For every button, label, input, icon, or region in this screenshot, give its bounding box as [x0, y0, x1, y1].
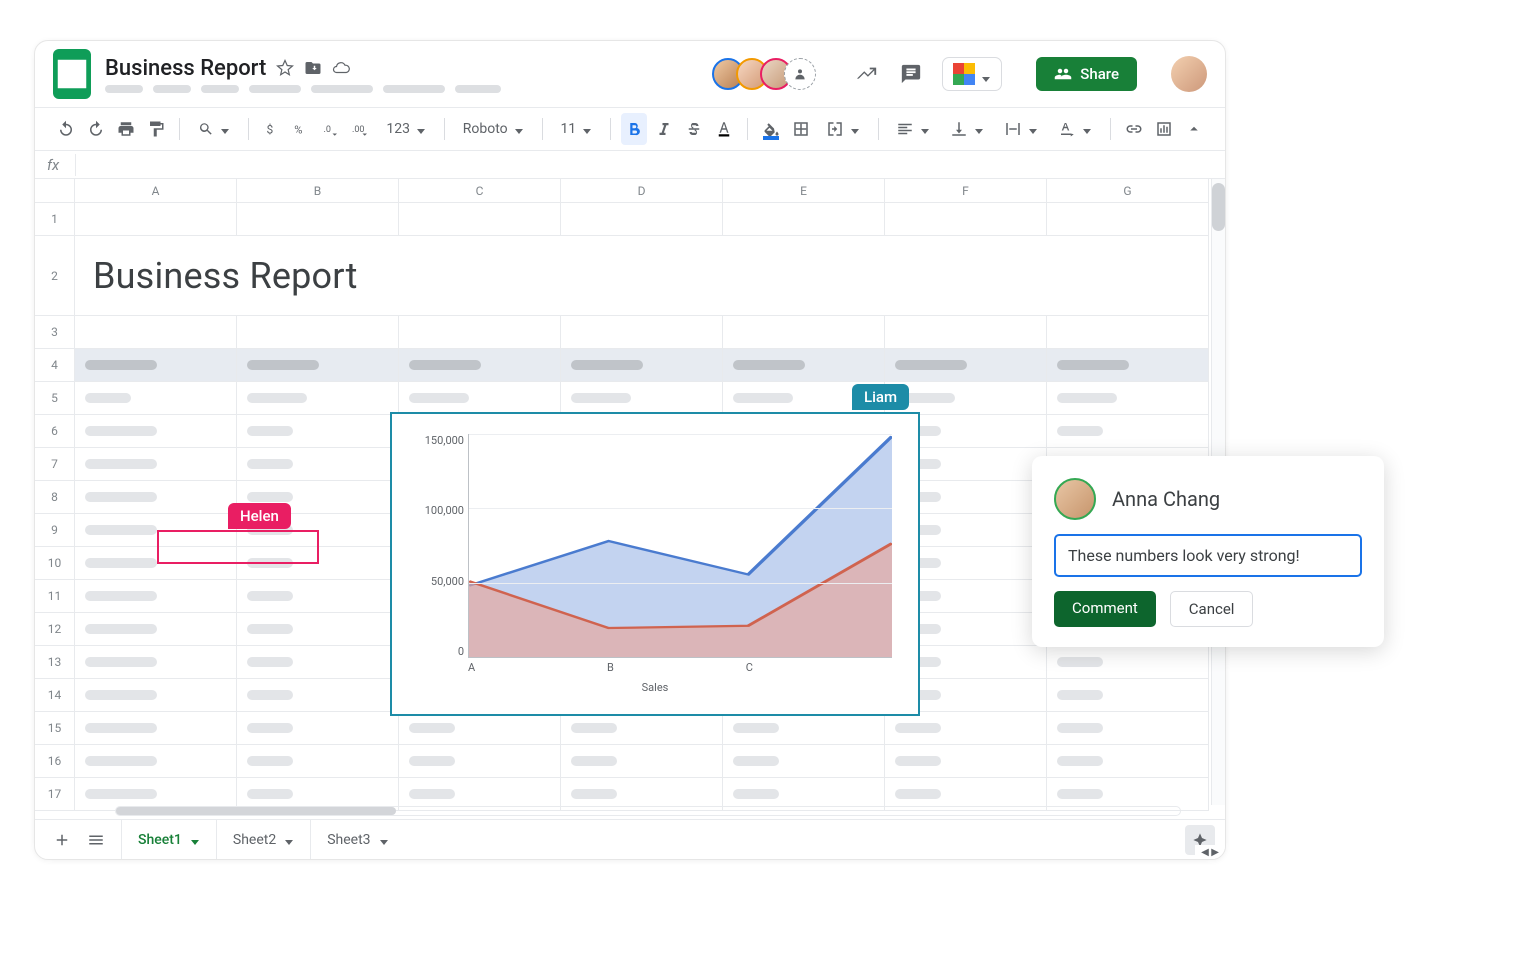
- account-avatar[interactable]: [1171, 56, 1207, 92]
- add-sheet-icon[interactable]: [45, 825, 79, 855]
- currency-icon[interactable]: $: [258, 113, 284, 145]
- presence-tag-helen: Helen: [228, 503, 291, 529]
- merge-cells-dropdown[interactable]: [818, 116, 868, 142]
- ytick: 50,000: [431, 575, 464, 588]
- horizontal-scroll-nav[interactable]: ◀ ▶: [1195, 845, 1225, 859]
- cloud-saved-icon[interactable]: [332, 59, 350, 77]
- ytick: 100,000: [425, 504, 464, 517]
- report-heading: Business Report: [93, 255, 358, 297]
- area-chart: 150,000 100,000 50,000 0 ABCD Sales: [412, 434, 898, 694]
- comment-popup: Anna Chang These numbers look very stron…: [1032, 456, 1384, 647]
- print-icon[interactable]: [113, 113, 139, 145]
- comments-icon[interactable]: [900, 63, 922, 85]
- vertical-align-dropdown[interactable]: [942, 116, 992, 142]
- text-rotation-dropdown[interactable]: [1050, 116, 1100, 142]
- tab-sheet1[interactable]: Sheet1: [121, 820, 216, 859]
- comment-submit-button[interactable]: Comment: [1054, 591, 1156, 627]
- chevron-down-icon: [981, 74, 991, 84]
- svg-text:%: %: [295, 124, 303, 137]
- ytick: 150,000: [425, 434, 464, 447]
- fx-icon: fx: [47, 156, 59, 174]
- chart-plot-svg: [469, 434, 892, 657]
- decimal-decrease-icon[interactable]: .0: [318, 113, 344, 145]
- chart-y-labels: 150,000 100,000 50,000 0: [412, 434, 464, 658]
- toolbar: $ % .0 .00 123 Roboto 11: [35, 107, 1225, 151]
- horizontal-align-dropdown[interactable]: [888, 116, 938, 142]
- collapse-toolbar-icon[interactable]: [1181, 113, 1207, 145]
- move-to-folder-icon[interactable]: [304, 59, 322, 77]
- svg-text:$: $: [267, 123, 274, 137]
- star-icon[interactable]: [276, 59, 294, 77]
- text-wrap-dropdown[interactable]: [996, 116, 1046, 142]
- svg-text:.0: .0: [324, 125, 331, 135]
- number-format-dropdown[interactable]: 123: [378, 117, 434, 141]
- undo-icon[interactable]: [53, 113, 79, 145]
- chart-x-title: Sales: [412, 681, 898, 694]
- share-people-icon: [1054, 65, 1072, 83]
- anonymous-user-icon[interactable]: [784, 58, 816, 90]
- share-button[interactable]: Share: [1036, 57, 1137, 91]
- paint-format-icon[interactable]: [143, 113, 169, 145]
- formula-bar[interactable]: fx: [35, 151, 1225, 179]
- meet-button[interactable]: [942, 57, 1002, 91]
- redo-icon[interactable]: [83, 113, 109, 145]
- bold-icon[interactable]: [621, 113, 647, 145]
- percent-icon[interactable]: %: [288, 113, 314, 145]
- presence-tag-liam: Liam: [852, 384, 909, 410]
- comment-author-name: Anna Chang: [1112, 487, 1220, 511]
- presence-avatars[interactable]: [720, 58, 816, 90]
- font-family-dropdown[interactable]: Roboto: [455, 117, 532, 141]
- font-size-dropdown[interactable]: 11: [552, 117, 600, 141]
- comment-cancel-button[interactable]: Cancel: [1170, 591, 1254, 627]
- zoom-dropdown[interactable]: [190, 117, 238, 141]
- decimal-increase-icon[interactable]: .00: [348, 113, 374, 145]
- app-header: Business Report Share: [35, 41, 1225, 107]
- chart-x-labels: ABCD: [468, 661, 892, 674]
- menu-bar[interactable]: [105, 85, 501, 93]
- all-sheets-icon[interactable]: [79, 825, 113, 855]
- fill-color-icon[interactable]: [758, 113, 784, 145]
- embedded-chart[interactable]: 150,000 100,000 50,000 0 ABCD Sales: [390, 412, 920, 716]
- tab-sheet2[interactable]: Sheet2: [216, 820, 310, 859]
- borders-icon[interactable]: [788, 113, 814, 145]
- document-title[interactable]: Business Report: [105, 56, 266, 81]
- sheets-icon: [53, 55, 91, 93]
- presence-cursor-helen: [157, 530, 319, 564]
- ytick: 0: [458, 645, 464, 658]
- column-headers[interactable]: ABCDEFG: [35, 179, 1225, 203]
- google-sheets-logo[interactable]: [53, 49, 91, 99]
- tab-sheet3[interactable]: Sheet3: [310, 820, 404, 859]
- google-meet-icon: [953, 63, 975, 85]
- italic-icon[interactable]: [651, 113, 677, 145]
- insert-chart-icon[interactable]: [1151, 113, 1177, 145]
- activity-trend-icon[interactable]: [856, 63, 878, 85]
- text-color-icon[interactable]: [711, 113, 737, 145]
- insert-link-icon[interactable]: [1121, 113, 1147, 145]
- comment-author-avatar: [1054, 478, 1096, 520]
- strikethrough-icon[interactable]: [681, 113, 707, 145]
- comment-input[interactable]: These numbers look very strong!: [1054, 534, 1362, 577]
- share-label: Share: [1080, 65, 1119, 83]
- sheet-tabs-bar: Sheet1 Sheet2 Sheet3 ◀ ▶: [35, 819, 1225, 859]
- horizontal-scrollbar[interactable]: [115, 806, 1181, 816]
